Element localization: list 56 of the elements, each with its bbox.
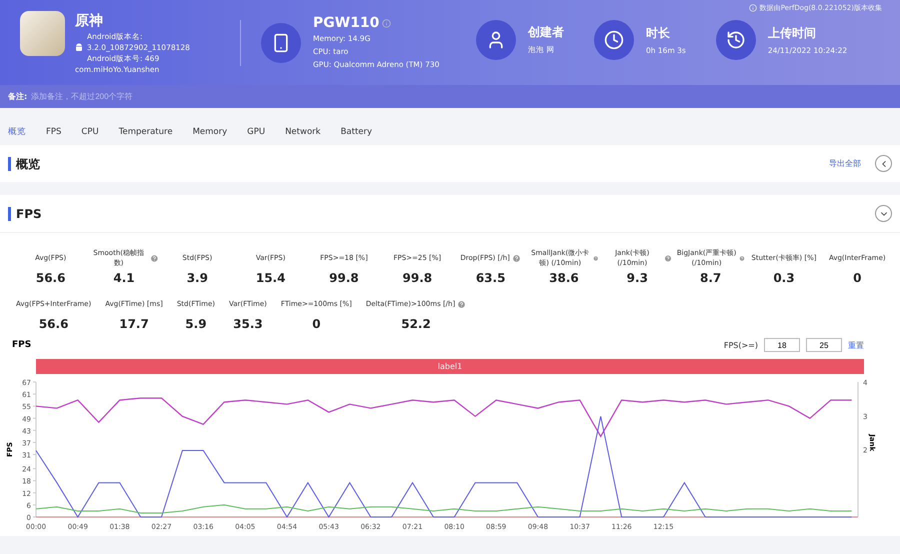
- info-title: 上传时间: [768, 24, 817, 42]
- threshold-label: FPS(>=): [724, 340, 758, 350]
- stat-value: 4.1: [113, 271, 135, 285]
- device-model: PGW110: [313, 14, 380, 32]
- info-title: 创建者: [528, 24, 564, 41]
- stat-value: 15.4: [256, 271, 286, 285]
- tab[interactable]: Battery: [334, 126, 378, 136]
- app-icon-placeholder: [20, 10, 65, 56]
- android-icon: [75, 42, 83, 52]
- help-icon[interactable]: [512, 254, 521, 262]
- stat-value: 56.6: [36, 271, 66, 285]
- help-icon[interactable]: [593, 254, 599, 262]
- tab[interactable]: Network: [279, 126, 327, 136]
- info-title: 时长: [646, 24, 671, 42]
- stat-value: 3.9: [186, 271, 208, 285]
- chart-title: FPS: [12, 340, 32, 350]
- stat-value: 17.7: [119, 317, 149, 331]
- stat-value: 99.8: [402, 271, 432, 285]
- reset-link[interactable]: 重置: [848, 340, 864, 350]
- tab[interactable]: CPU: [75, 126, 105, 136]
- help-icon[interactable]: [664, 254, 672, 262]
- note-label: 备注:: [8, 91, 28, 102]
- tab[interactable]: FPS: [40, 126, 68, 136]
- stat-value: 63.5: [476, 271, 506, 285]
- stat-value: 52.2: [401, 317, 431, 331]
- stat-value: 9.3: [626, 271, 648, 285]
- app-name: 原神: [75, 12, 104, 30]
- stat-value: 8.7: [700, 271, 722, 285]
- section-title: FPS: [8, 206, 869, 220]
- threshold-input[interactable]: 25: [806, 338, 842, 352]
- toggle-button[interactable]: [875, 205, 892, 222]
- stat-value: 56.6: [38, 317, 68, 331]
- stat-value: 5.9: [185, 317, 207, 331]
- clock-icon: [604, 30, 624, 50]
- stat-value: 0: [312, 317, 321, 331]
- info-icon: [748, 4, 757, 12]
- label-bar: label1: [36, 359, 864, 374]
- export-all-link[interactable]: 导出全部: [829, 158, 861, 169]
- tab[interactable]: Temperature: [112, 126, 179, 136]
- stat-value: 38.6: [549, 271, 579, 285]
- toggle-button[interactable]: [875, 155, 892, 172]
- stat-value: 35.3: [233, 317, 263, 331]
- help-icon[interactable]: [739, 254, 746, 262]
- help-icon[interactable]: [457, 300, 466, 308]
- history-icon: [726, 30, 746, 50]
- tab[interactable]: 概览: [2, 126, 32, 138]
- info-icon[interactable]: [382, 18, 392, 28]
- stat-value: 0.3: [773, 271, 795, 285]
- stat-value: 0: [853, 271, 862, 285]
- tab[interactable]: GPU: [241, 126, 272, 136]
- note-input[interactable]: 添加备注，不超过200个字符: [31, 92, 332, 101]
- threshold-input[interactable]: 18: [764, 338, 800, 352]
- tab[interactable]: Memory: [186, 126, 234, 136]
- help-icon[interactable]: [150, 254, 159, 262]
- section-title: 概览: [8, 156, 823, 170]
- stat-value: 99.8: [329, 271, 359, 285]
